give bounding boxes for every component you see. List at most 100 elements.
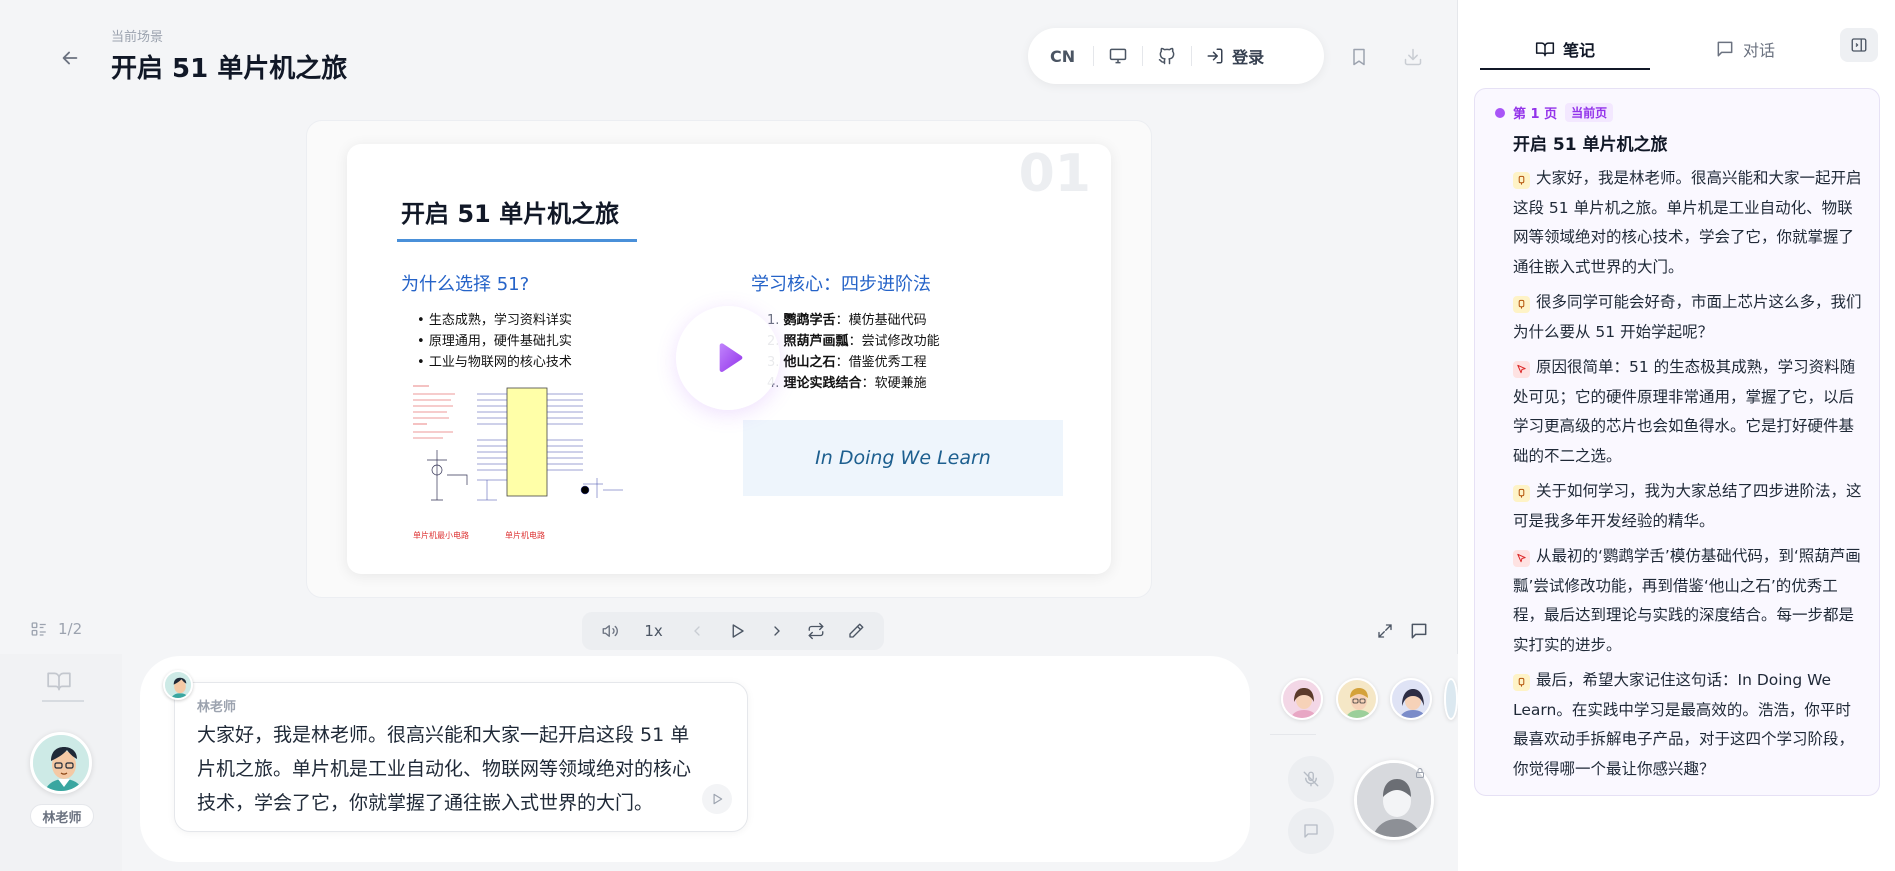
speed-button[interactable]: 1x [636,617,672,645]
expand-icon [1378,624,1392,638]
sidebar-icon [1851,38,1867,52]
note-item: 最后，希望大家记住这句话：In Doing We Learn。在实践中学习是最高… [1513,666,1865,784]
volume-icon [602,625,618,637]
note-text: 关于如何学习，我为大家总结了四步进阶法，这可是我多年开发经验的精华。 [1513,482,1862,530]
repeat-icon [808,622,824,640]
lecture-tab[interactable] [44,668,74,698]
speech-icon [1513,485,1530,502]
teacher-avatar[interactable] [30,732,92,794]
bookmark-icon [1353,48,1365,66]
speaker-avatar [163,670,193,700]
chevron-left-icon [694,626,700,636]
book-icon [47,672,71,691]
fullscreen-button[interactable] [1372,618,1398,644]
note-item: 关于如何学习，我为大家总结了四步进阶法，这可是我多年开发经验的精华。 [1513,477,1865,536]
arrow-left-icon [62,51,78,65]
play-icon [732,624,744,638]
page-number: 第 1 页 [1513,107,1558,122]
motto-box: In Doing We Learn [743,420,1063,496]
note-text: 从最初的‘鹦鹉学舌’模仿基础代码，到‘照葫芦画瓢’尝试修改功能，再到借鉴‘他山之… [1513,547,1861,654]
subtitles-button[interactable] [1406,618,1432,644]
volume-button[interactable] [596,617,624,645]
pencil-icon [849,623,864,638]
circuit-diagram: 单片机最小电路 单片机电路 [413,385,623,540]
chat-bubble-icon [1304,824,1318,838]
list-item: 工业与物联网的核心技术 [417,352,572,373]
speech-icon [1513,296,1530,313]
play-icon [713,793,723,805]
mic-button[interactable] [1288,756,1334,802]
outline-icon [31,622,46,636]
playback-controls: 1x [582,612,884,650]
tab-dialogue[interactable]: 对话 [1660,28,1830,70]
student-avatar[interactable] [1336,678,1378,720]
list-item: 1. 鹦鹉学舌：模仿基础代码 [767,310,940,331]
tab-notes-label: 笔记 [1562,41,1595,60]
teacher-name: 林老师 [30,804,94,828]
title-underline [397,239,637,242]
step-desc: ：尝试修改功能 [848,334,940,349]
note-item: 从最初的‘鹦鹉学舌’模仿基础代码，到‘照葫芦画瓢’尝试修改功能，再到借鉴‘他山之… [1513,542,1865,660]
student-avatar[interactable] [1281,678,1323,720]
note-text: 很多同学可能会好奇，市面上芯片这么多，我们为什么要从 51 开始学起呢？ [1513,293,1862,341]
repeat-button[interactable] [802,617,830,645]
presentation-button[interactable] [1108,40,1128,72]
lock-icon [1414,764,1426,783]
header-toolbar: CN 登录 [1028,28,1324,84]
student-avatar[interactable] [1390,678,1432,720]
reasons-list: 生态成熟，学习资料详实 原理通用，硬件基础扎实 工业与物联网的核心技术 [417,310,572,373]
back-button[interactable] [52,40,88,76]
chevron-right-icon [773,626,780,636]
book-open-icon [1535,42,1555,57]
chat-bubble-icon [1717,41,1733,57]
download-icon [1404,48,1422,66]
page-indicator[interactable]: 1/2 [30,620,82,638]
speaker-name: 林老师 [197,700,237,715]
play-overlay-button[interactable] [676,306,780,410]
page-count: 1/2 [58,620,83,638]
replay-button[interactable] [702,784,732,814]
play-icon [719,343,743,372]
step-name: 鹦鹉学舌 [783,313,836,328]
note-text: 原因很简单：51 的生态极其成熟，学习资料随处可见；它的硬件原理非常通用，掌握了… [1513,358,1856,465]
step-name: 理论实践结合 [783,376,862,391]
list-item: 原理通用，硬件基础扎实 [417,331,572,352]
circuit-label-right: 单片机电路 [505,530,545,540]
language-toggle[interactable]: CN [1046,40,1079,72]
slide-number: 01 [1018,144,1091,204]
circuit-label-left: 单片机最小电路 [413,530,469,540]
step-name: 照葫芦画瓢 [783,334,849,349]
scene-label: 当前场景 [111,30,164,45]
step-desc: ：软硬兼施 [861,376,927,391]
next-button[interactable] [763,617,791,645]
monitor-icon [1109,48,1127,64]
pointer-icon [1513,361,1530,378]
speech-icon [1513,172,1530,189]
speech-text: 大家好，我是林老师。很高兴能和大家一起开启这段 51 单片机之旅。单片机是工业自… [197,724,692,814]
collapse-panel-button[interactable] [1840,28,1878,62]
play-button[interactable] [723,617,751,645]
pointer-icon [1513,550,1530,567]
previous-button[interactable] [683,617,711,645]
slide-title: 开启 51 单片机之旅 [401,200,620,228]
list-item: 生态成熟，学习资料详实 [417,310,572,331]
tab-notes[interactable]: 笔记 [1480,28,1650,70]
motto-text: In Doing We Learn [815,447,991,469]
login-button[interactable]: 登录 [1206,40,1264,72]
step-desc: ：借鉴优秀工程 [835,355,927,370]
mic-off-icon [1303,771,1319,787]
page-tag: 第 1 页 当前页 [1495,103,1614,122]
list-item: 2. 照葫芦画瓢：尝试修改功能 [767,331,940,352]
draw-button[interactable] [842,617,870,645]
divider [1270,734,1316,735]
bookmark-button[interactable] [1344,42,1374,72]
message-button[interactable] [1288,808,1334,854]
step-name: 他山之石 [783,355,836,370]
note-title: 开启 51 单片机之旅 [1513,135,1668,155]
download-button[interactable] [1398,42,1428,72]
github-button[interactable] [1157,40,1177,72]
chat-bubble-icon [1411,623,1427,639]
login-label: 登录 [1232,48,1265,67]
student-avatar[interactable] [1444,678,1458,720]
note-list: 大家好，我是林老师。很高兴能和大家一起开启这段 51 单片机之旅。单片机是工业自… [1513,164,1865,790]
